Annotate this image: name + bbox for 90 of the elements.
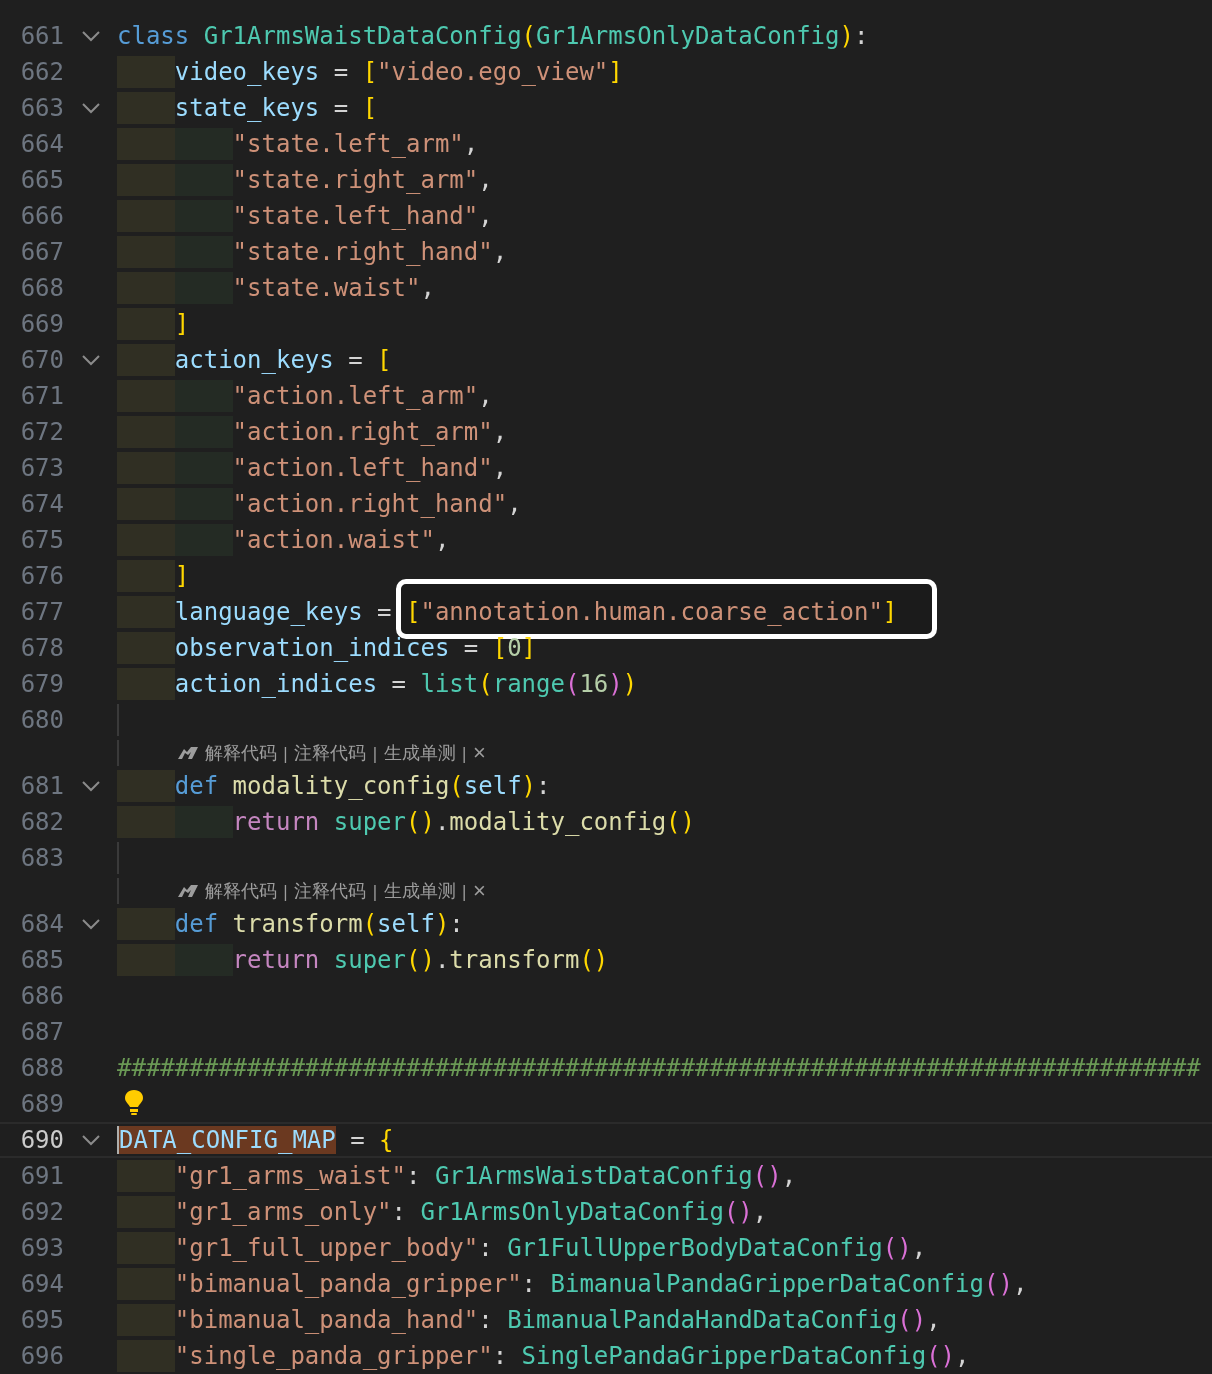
line-number: 689 — [19, 1090, 64, 1118]
line-number: 668 — [19, 274, 64, 302]
code-line: "action.left_hand", — [232, 453, 508, 484]
code-line: action_keys = [ — [174, 345, 392, 376]
line-number: 678 — [19, 634, 64, 662]
line-number: 692 — [19, 1198, 64, 1226]
code-line: language_keys = ["annotation.human.coarse_action"] — [174, 597, 898, 628]
line-number: 665 — [19, 166, 64, 194]
line-number: 682 — [19, 808, 64, 836]
line-number: 684 — [19, 910, 64, 938]
line-number: 687 — [19, 1018, 64, 1046]
line-number: 676 — [19, 562, 64, 590]
code-line: "state.right_arm", — [232, 165, 493, 196]
code-line: ] — [174, 309, 190, 340]
codelens-link[interactable]: 生成单测 — [383, 741, 456, 765]
line-number: 666 — [19, 202, 64, 230]
code-line: action_indices = list(range(16)) — [174, 669, 638, 700]
code-line: "action.left_arm", — [232, 381, 493, 412]
code-line: return super().modality_config() — [232, 807, 695, 838]
line-number: 694 — [19, 1270, 64, 1298]
line-number: 690 — [19, 1126, 64, 1154]
codelens-link[interactable]: 解释代码 — [204, 879, 277, 903]
line-number: 671 — [19, 382, 64, 410]
code-line: "action.right_hand", — [232, 489, 522, 520]
line-number: 695 — [19, 1306, 64, 1334]
codelens-link[interactable]: 生成单测 — [383, 879, 456, 903]
close-button[interactable]: × — [472, 880, 486, 902]
line-number: 664 — [19, 130, 64, 158]
line-number: 663 — [19, 94, 64, 122]
code-line: def transform(self): — [174, 909, 464, 940]
code-line: "action.right_arm", — [232, 417, 508, 448]
code-line: def modality_config(self): — [174, 771, 551, 802]
line-number: 674 — [19, 490, 64, 518]
code-line: "bimanual_panda_gripper": BimanualPandaGripperDataConfig(), — [174, 1269, 1028, 1300]
line-number: 691 — [19, 1162, 64, 1190]
double-stroke-icon — [176, 746, 199, 760]
code-line: "gr1_arms_only": Gr1ArmsOnlyDataConfig(), — [174, 1197, 768, 1228]
separator-text: | — [372, 881, 378, 901]
line-number: 662 — [19, 58, 64, 86]
line-number: 681 — [19, 772, 64, 800]
separator-text: | — [282, 881, 289, 901]
line-number: 669 — [19, 310, 64, 338]
code-line: "state.waist", — [232, 273, 435, 304]
line-number: 679 — [19, 670, 64, 698]
code-line: "gr1_arms_waist": Gr1ArmsWaistDataConfig(), — [174, 1161, 797, 1192]
line-number: 667 — [19, 238, 64, 266]
fold-chevron-icon[interactable] — [80, 102, 101, 114]
code-line: observation_indices = [0] — [174, 633, 537, 664]
separator-text: | — [282, 743, 289, 763]
code-line: DATA_CONFIG_MAP = { — [119, 1125, 394, 1156]
codelens-link[interactable]: 解释代码 — [204, 741, 277, 765]
codelens-link[interactable]: 注释代码 — [294, 879, 367, 903]
close-button[interactable]: × — [472, 742, 486, 764]
lightbulb-icon[interactable] — [123, 1088, 145, 1116]
line-number: 673 — [19, 454, 64, 482]
line-number: 685 — [19, 946, 64, 974]
fold-chevron-icon[interactable] — [80, 354, 101, 366]
comment-line: ########################################################################### — [117, 1053, 1201, 1084]
line-number: 661 — [19, 22, 64, 50]
line-number: 688 — [19, 1054, 64, 1082]
line-number: 686 — [19, 982, 64, 1010]
code-line: ] — [174, 561, 190, 592]
code-line: return super().transform() — [232, 945, 609, 976]
separator-text: | — [461, 881, 467, 901]
line-number: 696 — [19, 1342, 64, 1370]
code-line: "bimanual_panda_hand": BimanualPandaHandDataConfig(), — [174, 1305, 941, 1336]
fold-chevron-icon[interactable] — [80, 30, 101, 42]
code-line: "state.left_hand", — [232, 201, 493, 232]
line-number: 677 — [19, 598, 64, 626]
code-line: "single_panda_gripper": SinglePandaGripperDataConfig(), — [174, 1341, 970, 1372]
code-line: video_keys = ["video.ego_view"] — [174, 57, 623, 88]
fold-chevron-icon[interactable] — [80, 1134, 101, 1146]
line-number: 670 — [19, 346, 64, 374]
code-line: state_keys = [ — [174, 93, 378, 124]
separator-text: | — [461, 743, 467, 763]
code-line: "state.left_arm", — [232, 129, 479, 160]
code-line: class Gr1ArmsWaistDataConfig(Gr1ArmsOnlyDataConfig): — [117, 21, 869, 52]
fold-chevron-icon[interactable] — [80, 780, 101, 792]
double-stroke-icon — [176, 884, 199, 898]
line-number: 693 — [19, 1234, 64, 1262]
fold-chevron-icon[interactable] — [80, 918, 101, 930]
code-line: "state.right_hand", — [232, 237, 508, 268]
line-number: 675 — [19, 526, 64, 554]
code-line: "action.waist", — [232, 525, 450, 556]
line-number: 683 — [19, 844, 64, 872]
line-number: 672 — [19, 418, 64, 446]
code-line: "gr1_full_upper_body": Gr1FullUpperBodyDataConfig(), — [174, 1233, 927, 1264]
line-number: 680 — [19, 706, 64, 734]
codelens-link[interactable]: 注释代码 — [294, 741, 367, 765]
separator-text: | — [372, 743, 378, 763]
